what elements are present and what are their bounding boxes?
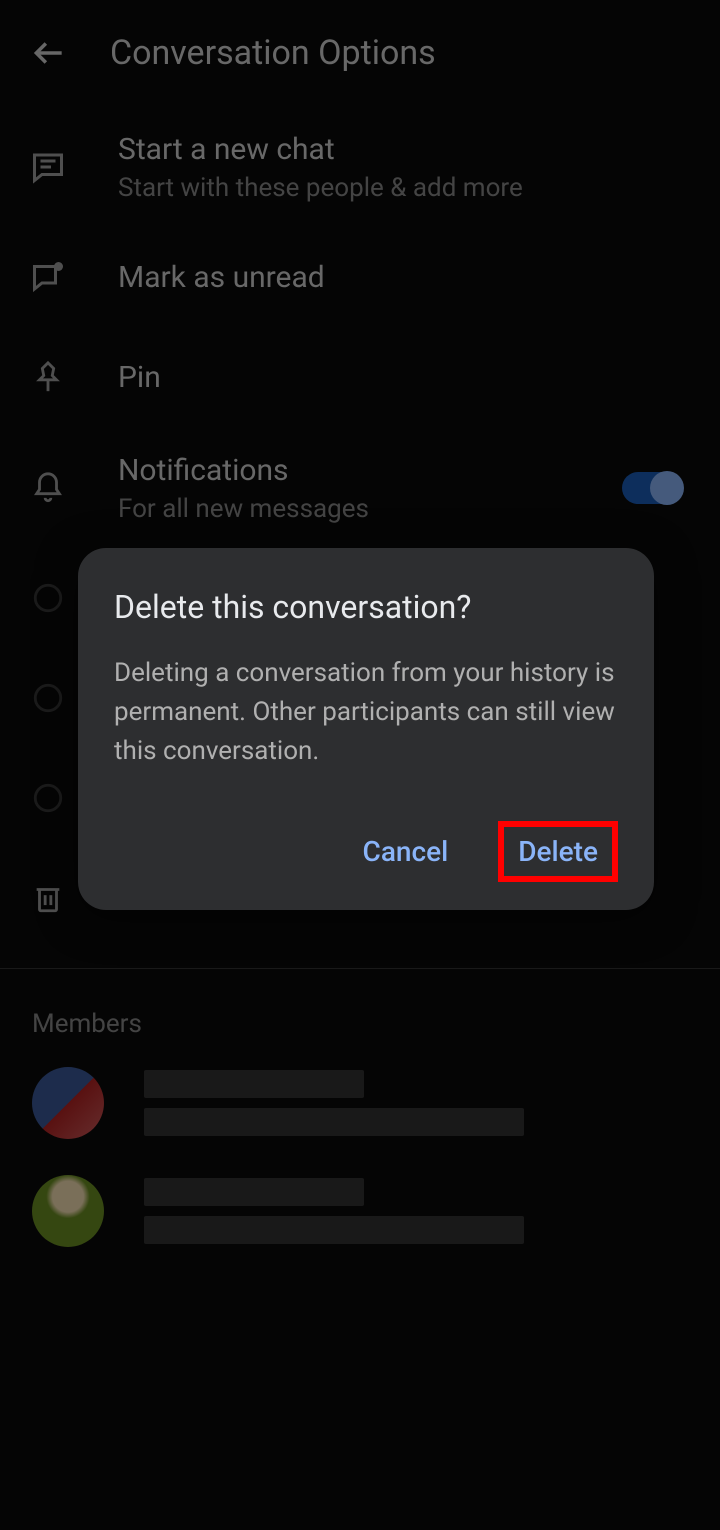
dialog-buttons: Cancel Delete [114,821,618,882]
dialog-title: Delete this conversation? [114,588,618,626]
delete-confirm-dialog: Delete this conversation? Deleting a con… [78,548,654,910]
dialog-body: Deleting a conversation from your histor… [114,654,618,771]
cancel-button[interactable]: Cancel [343,821,469,882]
delete-button[interactable]: Delete [498,821,618,882]
